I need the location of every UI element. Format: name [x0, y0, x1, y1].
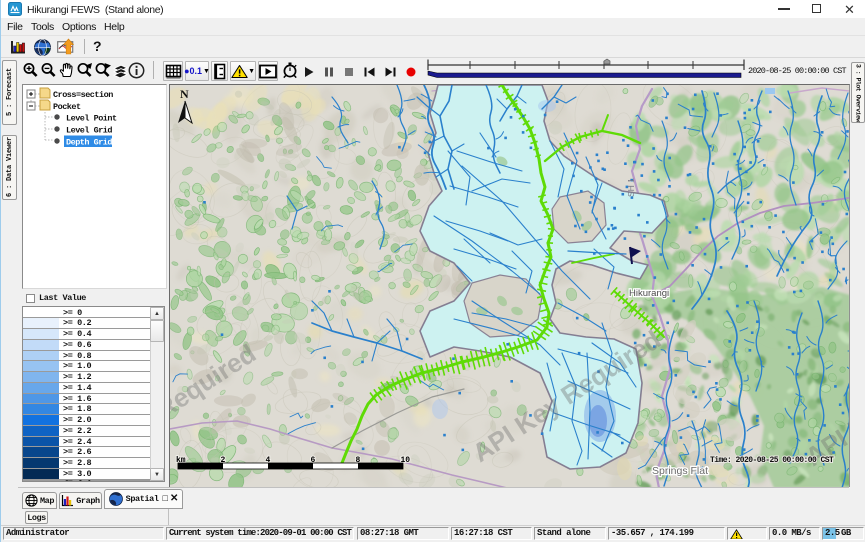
svg-text:Level Point: Level Point: [66, 114, 117, 124]
svg-text:Pocket: Pocket: [53, 102, 81, 112]
svg-text:Springs Flat: Springs Flat: [652, 465, 708, 477]
svg-text:N: N: [180, 87, 189, 101]
svg-text:Time: 2020-08-25 00:00:00 CST: Time: 2020-08-25 00:00:00 CST: [710, 456, 834, 465]
svg-text:Hikurangi: Hikurangi: [629, 288, 669, 299]
svg-text:SH 1: SH 1: [626, 178, 636, 197]
svg-text:Level Grid: Level Grid: [66, 126, 112, 136]
svg-text:Depth Grid: Depth Grid: [66, 138, 112, 148]
svg-text:Cross=section: Cross=section: [53, 90, 113, 100]
